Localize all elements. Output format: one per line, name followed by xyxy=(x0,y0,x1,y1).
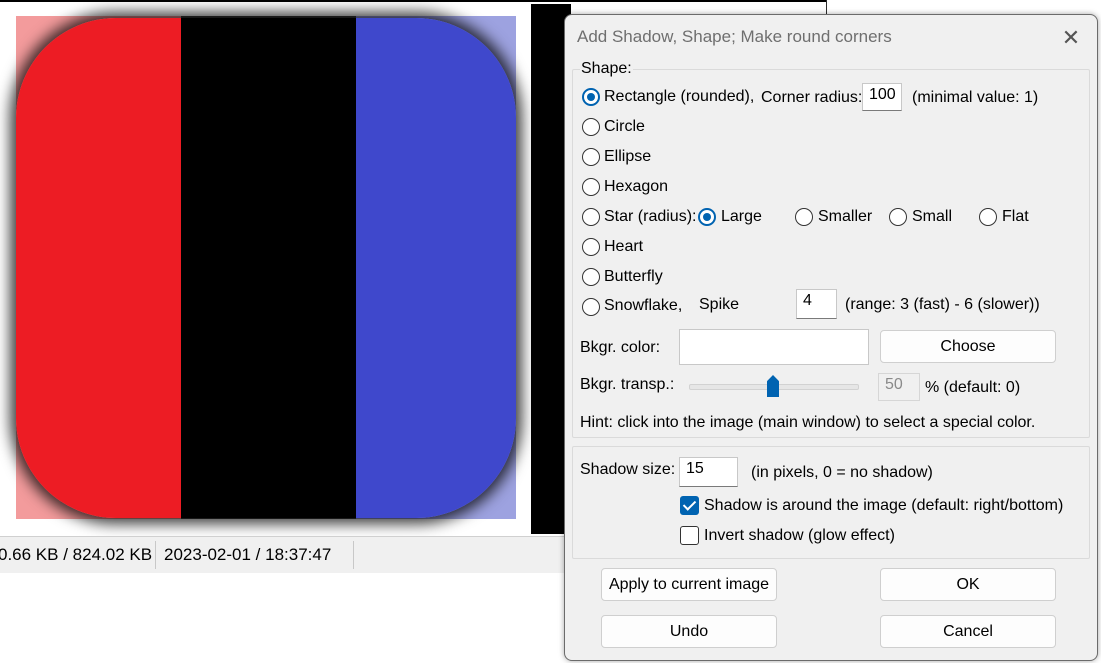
status-separator xyxy=(353,541,354,569)
status-separator xyxy=(155,541,156,569)
shadow-size-label: Shadow size: xyxy=(580,461,676,478)
shadow-shape-dialog: Add Shadow, Shape; Make round corners ✕ … xyxy=(564,14,1098,661)
radio-star-smaller-label[interactable]: Smaller xyxy=(818,208,872,226)
bkgr-transp-label: Bkgr. transp.: xyxy=(580,376,675,393)
ok-button[interactable]: OK xyxy=(880,568,1056,601)
corner-radius-label: Corner radius: xyxy=(761,89,863,106)
radio-heart-label[interactable]: Heart xyxy=(604,238,643,256)
radio-star[interactable] xyxy=(582,208,600,226)
apply-button[interactable]: Apply to current image xyxy=(601,568,777,601)
rounded-image-preview[interactable] xyxy=(16,18,516,518)
shadow-size-input[interactable]: 15 xyxy=(679,457,738,487)
radio-star-label[interactable]: Star (radius): xyxy=(604,208,696,226)
shadow-size-hint: (in pixels, 0 = no shadow) xyxy=(751,464,933,481)
radio-ellipse[interactable] xyxy=(582,148,600,166)
radio-hexagon[interactable] xyxy=(582,178,600,196)
bkgr-transp-input[interactable]: 50 xyxy=(878,373,920,401)
spike-input[interactable]: 4 xyxy=(796,289,837,319)
bkgr-color-swatch[interactable] xyxy=(679,329,869,365)
radio-hexagon-label[interactable]: Hexagon xyxy=(604,178,668,196)
shadow-around-label[interactable]: Shadow is around the image (default: rig… xyxy=(704,497,1063,515)
stripe-black xyxy=(181,18,356,518)
radio-star-large[interactable] xyxy=(698,208,716,226)
radio-ellipse-label[interactable]: Ellipse xyxy=(604,148,651,166)
radio-star-smaller[interactable] xyxy=(795,208,813,226)
invert-shadow-checkbox[interactable] xyxy=(680,526,699,545)
undo-button[interactable]: Undo xyxy=(601,615,777,648)
choose-color-button[interactable]: Choose xyxy=(880,330,1056,363)
radio-circle-label[interactable]: Circle xyxy=(604,118,645,136)
bkgr-color-label: Bkgr. color: xyxy=(580,339,661,356)
hint-text: Hint: click into the image (main window)… xyxy=(580,414,1036,431)
radio-butterfly[interactable] xyxy=(582,268,600,286)
status-datetime: 2023-02-01 / 18:37:47 xyxy=(164,545,332,564)
radio-rectangle[interactable] xyxy=(582,88,600,106)
radio-star-flat-label[interactable]: Flat xyxy=(1002,208,1029,226)
shape-group-label: Shape: xyxy=(580,60,633,78)
shadow-around-checkbox[interactable] xyxy=(680,496,699,515)
radio-star-small-label[interactable]: Small xyxy=(912,208,952,226)
spike-label: Spike xyxy=(699,296,740,313)
radio-rectangle-label[interactable]: Rectangle (rounded), xyxy=(604,88,754,106)
bkgr-transp-hint: % (default: 0) xyxy=(925,379,1021,396)
radio-star-small[interactable] xyxy=(889,208,907,226)
stripe-blue xyxy=(356,18,516,518)
dialog-title: Add Shadow, Shape; Make round corners xyxy=(577,27,892,46)
stripe-red xyxy=(16,18,181,518)
radio-snowflake[interactable] xyxy=(582,298,600,316)
corner-radius-hint: (minimal value: 1) xyxy=(912,89,1039,106)
close-icon[interactable]: ✕ xyxy=(1051,21,1091,55)
radio-snowflake-label[interactable]: Snowflake, xyxy=(604,297,682,315)
window-top-border xyxy=(0,0,826,2)
radio-star-flat[interactable] xyxy=(979,208,997,226)
status-file-size: 0.66 KB / 824.02 KB xyxy=(0,545,153,564)
radio-star-large-label[interactable]: Large xyxy=(721,208,762,226)
spike-hint: (range: 3 (fast) - 6 (slower)) xyxy=(845,296,1040,313)
radio-circle[interactable] xyxy=(582,118,600,136)
invert-shadow-label[interactable]: Invert shadow (glow effect) xyxy=(704,527,895,545)
cancel-button[interactable]: Cancel xyxy=(880,615,1056,648)
radio-butterfly-label[interactable]: Butterfly xyxy=(604,268,663,286)
radio-heart[interactable] xyxy=(582,238,600,256)
corner-radius-input[interactable]: 100 xyxy=(862,83,902,111)
